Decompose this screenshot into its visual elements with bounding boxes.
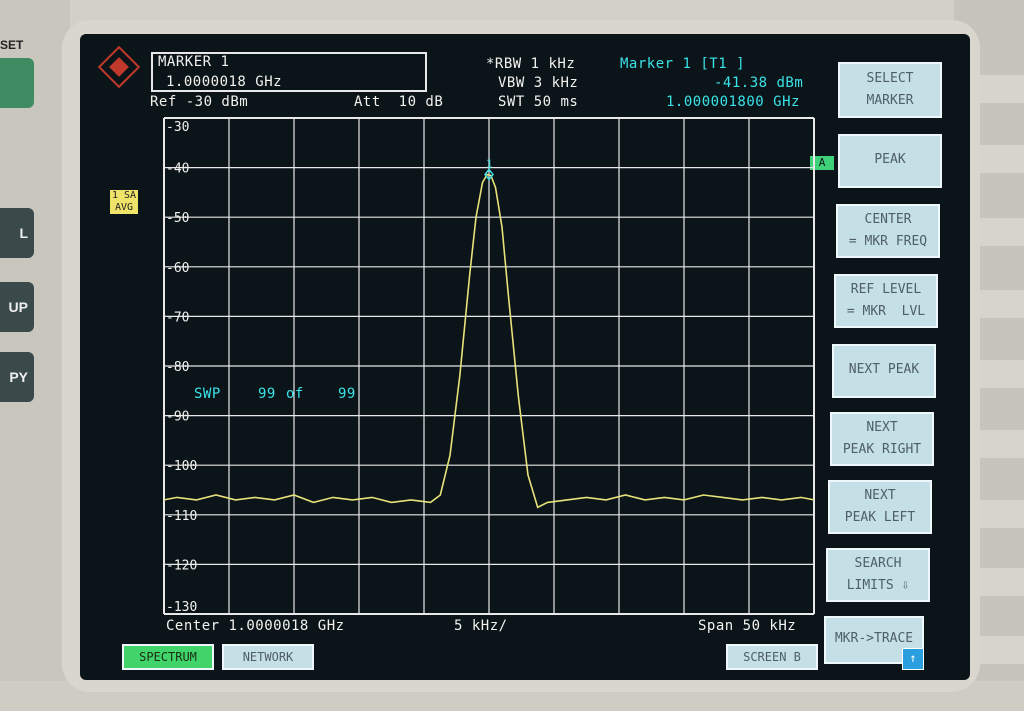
y-tick-label: -130: [166, 600, 197, 615]
vbw-label: VBW 3 kHz: [498, 75, 579, 91]
trace-mode-tag-line-2: AVG: [114, 202, 134, 213]
y-tick-label: -30: [166, 120, 189, 135]
analyzer-screen: MARKER 1 1.0000018 GHz Ref -30 dBm Att 1…: [80, 34, 970, 680]
y-tick-label: -120: [166, 558, 197, 573]
plot-grid: [163, 117, 815, 615]
softkey-select-marker[interactable]: SELECT MARKER: [838, 62, 942, 118]
y-tick-label: -80: [166, 360, 189, 375]
sweep-time-label: SWT 50 ms: [498, 94, 579, 110]
tab-spectrum[interactable]: SPECTRUM: [122, 644, 214, 670]
trace-mode-tag: 1 SA AVG: [110, 190, 138, 214]
softkey-ref-level-mkr-lvl[interactable]: REF LEVEL = MKR LVL: [834, 274, 938, 328]
attenuation-label: Att 10 dB: [354, 94, 444, 110]
brand-logo-icon: [97, 45, 141, 89]
y-tick-label: -100: [166, 459, 197, 474]
center-frequency-label: Center 1.0000018 GHz: [166, 618, 345, 634]
marker-box-title: MARKER 1: [158, 54, 230, 70]
hardware-key-l-label: L: [19, 225, 28, 241]
span-label: Span 50 kHz: [698, 618, 797, 634]
tab-screen-b[interactable]: SCREEN B: [726, 644, 818, 670]
softkey-center-mkr-freq[interactable]: CENTER = MKR FREQ: [836, 204, 940, 258]
y-tick-label: -60: [166, 261, 189, 276]
softkey-peak[interactable]: PEAK: [838, 134, 942, 188]
softkey-next-peak-left[interactable]: NEXT PEAK LEFT: [828, 480, 932, 534]
sweep-of: of: [286, 386, 304, 402]
marker-readout-title: Marker 1 [T1 ]: [620, 56, 746, 72]
marker-box-value: 1.0000018 GHz: [166, 74, 283, 90]
softkey-search-limits[interactable]: SEARCH LIMITS ⇩: [826, 548, 930, 602]
hardware-green-key[interactable]: [0, 58, 34, 108]
sweep-label: SWP: [194, 386, 221, 402]
hardware-key-copy[interactable]: PY: [0, 352, 34, 402]
hardware-key-up-label: UP: [8, 299, 28, 315]
ref-level-label: Ref -30 dBm: [150, 94, 249, 110]
hardware-key-l[interactable]: L: [0, 208, 34, 258]
hardware-key-copy-label: PY: [9, 369, 28, 385]
sweep-count: 99: [258, 386, 276, 402]
y-tick-label: -110: [166, 509, 197, 524]
marker-readout-level: -41.38 dBm: [714, 75, 804, 91]
tab-network[interactable]: NETWORK: [222, 644, 314, 670]
division-label: 5 kHz/: [454, 618, 508, 634]
instrument-bezel-left: SET L UP PY: [0, 0, 70, 711]
hardware-key-up[interactable]: UP: [0, 282, 34, 332]
trace-mode-tag-line-1: 1 SA: [111, 190, 137, 201]
sweep-total: 99: [338, 386, 356, 402]
y-tick-label: -90: [166, 410, 189, 425]
softkey-next-peak[interactable]: NEXT PEAK: [832, 344, 936, 398]
marker-1-label: 1: [486, 157, 493, 170]
y-tick-label: -40: [166, 162, 189, 177]
spectrum-plot: -30 -40 -50 -60 -70 -80 -90 -100 -110 -120 -130 1: [163, 117, 815, 615]
rbw-label: *RBW 1 kHz: [486, 56, 576, 72]
softkey-next-peak-right[interactable]: NEXT PEAK RIGHT: [830, 412, 934, 466]
set-key-label: SET: [0, 38, 24, 52]
marker-readout-frequency: 1.000001800 GHz: [666, 94, 800, 110]
y-tick-label: -70: [166, 310, 189, 325]
y-axis-labels: -30 -40 -50 -60 -70 -80 -90 -100 -110 -120 -130: [166, 120, 197, 615]
y-tick-label: -50: [166, 211, 189, 226]
more-arrow-icon[interactable]: ↑: [902, 648, 924, 670]
